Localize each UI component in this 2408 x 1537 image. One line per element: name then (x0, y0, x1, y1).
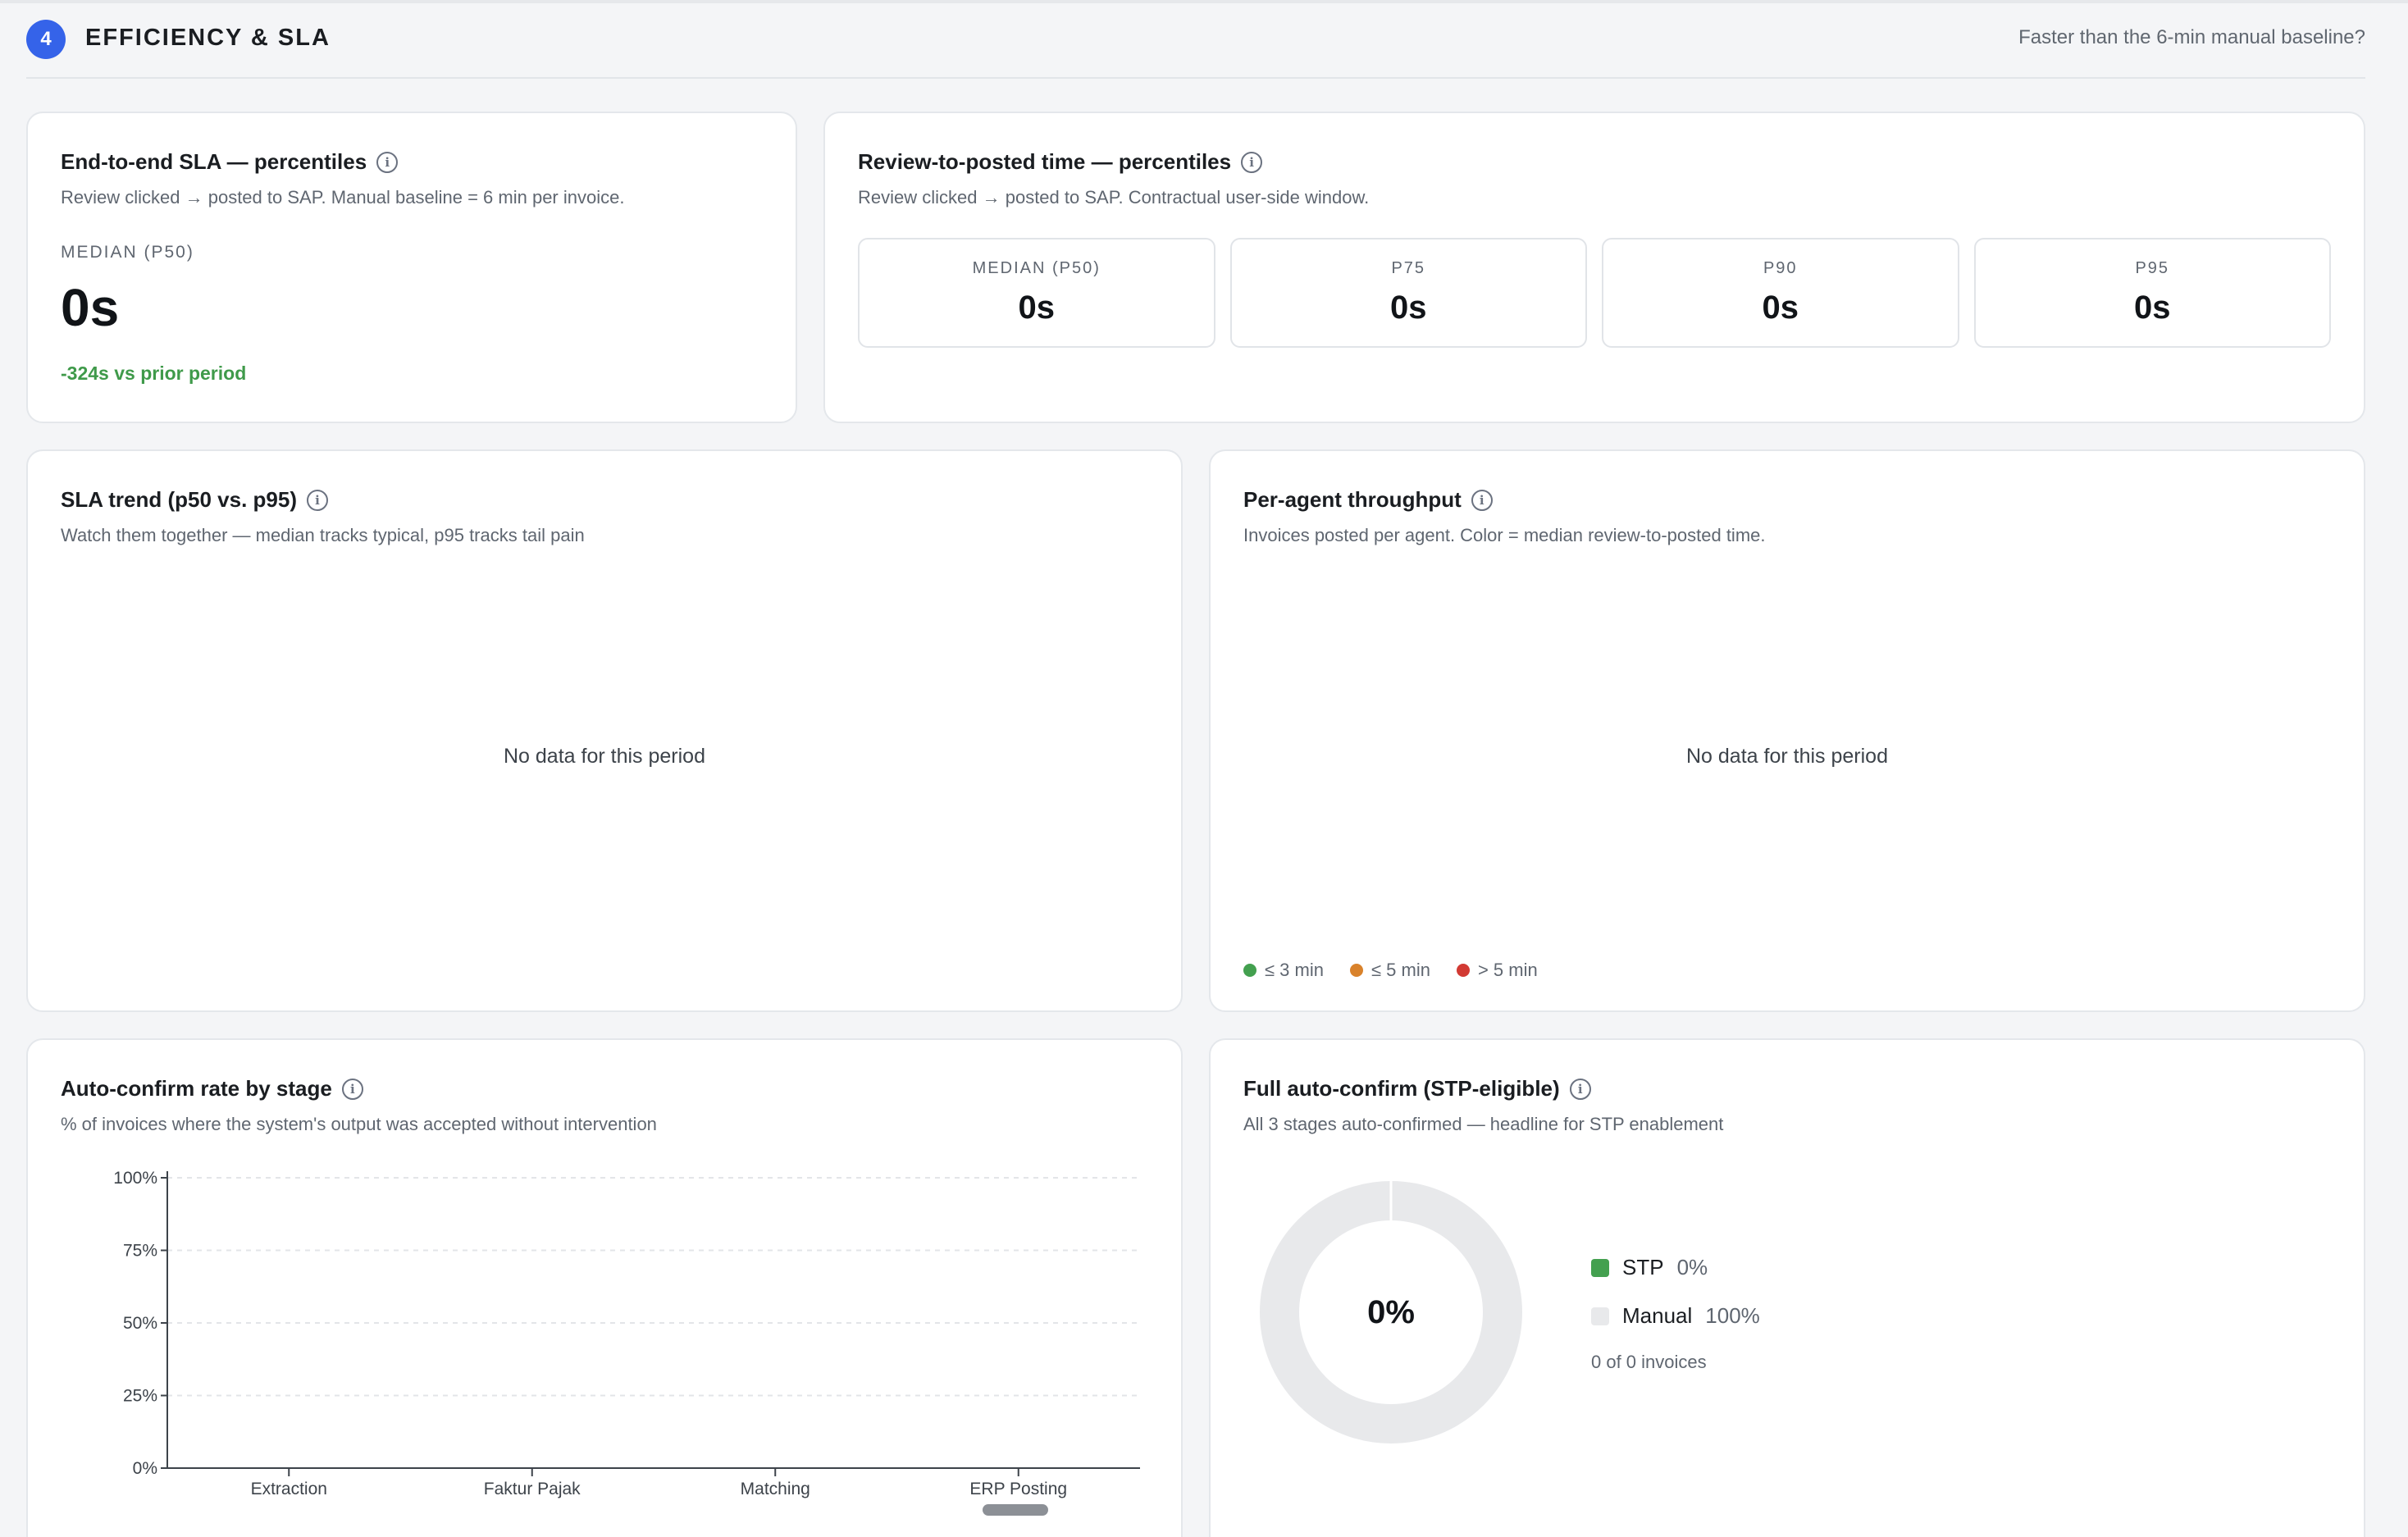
card-subtitle: Review clicked → posted to SAP. Contract… (858, 187, 1370, 208)
step-badge: 4 (26, 20, 66, 59)
x-tick-label: Matching (741, 1480, 810, 1498)
legend-dot (1243, 964, 1256, 977)
section-hint: Faster than the 6-min manual baseline? (2018, 26, 2365, 48)
empty-state: No data for this period (1686, 745, 1888, 768)
top-divider (0, 0, 2408, 3)
empty-state: No data for this period (504, 745, 705, 768)
legend-item: > 5 min (1456, 960, 1538, 981)
info-icon[interactable]: i (1569, 1078, 1591, 1100)
card-title: End-to-end SLA — percentiles i (61, 149, 399, 175)
percentile-box-p50: MEDIAN (P50) 0s (858, 238, 1215, 348)
legend-item: ≤ 3 min (1243, 960, 1324, 981)
percentile-label: P95 (2135, 259, 2170, 277)
invoice-count: 0 of 0 invoices (1591, 1352, 1707, 1372)
percentile-row: MEDIAN (P50) 0s P75 0s P90 0s P95 0s (858, 238, 2331, 348)
card-title: Review-to-posted time — percentiles i (858, 149, 1263, 175)
percentile-value: 0s (2134, 290, 2171, 326)
y-tick-label: 0% (133, 1459, 157, 1478)
kpi-value: 0s (61, 278, 120, 337)
info-icon[interactable]: i (1471, 489, 1493, 511)
percentile-label: P75 (1391, 259, 1426, 277)
legend-label: ≤ 3 min (1265, 960, 1324, 980)
x-tick-label: Faktur Pajak (484, 1480, 581, 1498)
card-title: SLA trend (p50 vs. p95) i (61, 487, 328, 513)
percentile-label: MEDIAN (P50) (972, 259, 1101, 277)
x-tick-label: ERP Posting (969, 1480, 1067, 1498)
throughput-card: Per-agent throughput i Invoices posted p… (1209, 449, 2365, 1012)
legend-dot (1456, 964, 1470, 977)
percentile-value: 0s (1390, 290, 1427, 326)
percentile-label: P90 (1763, 259, 1798, 277)
legend-dot (1349, 964, 1363, 977)
kpi-label: MEDIAN (P50) (61, 243, 194, 262)
legend-value: 0% (1676, 1255, 1708, 1279)
card-subtitle: Watch them together — median tracks typi… (61, 525, 585, 545)
card-subtitle: Invoices posted per agent. Color = media… (1243, 525, 1766, 545)
e2e-sla-card: End-to-end SLA — percentiles i Review cl… (26, 112, 797, 423)
card-title: Per-agent throughput i (1243, 487, 1493, 513)
percentile-value: 0s (1018, 290, 1056, 326)
y-tick-label: 50% (123, 1314, 157, 1333)
card-title-text: Review-to-posted time — percentiles (858, 149, 1232, 174)
card-title-text: End-to-end SLA — percentiles (61, 149, 367, 174)
legend-manual: Manual 100% (1591, 1303, 1760, 1329)
stp-card: Full auto-confirm (STP-eligible) i All 3… (1209, 1038, 2365, 1537)
legend: ≤ 3 min ≤ 5 min > 5 min (1243, 960, 1538, 981)
x-tick-label: Extraction (251, 1480, 327, 1498)
percentile-box-p75: P75 0s (1229, 238, 1587, 348)
legend-value: 100% (1705, 1303, 1760, 1328)
percentile-value: 0s (1762, 290, 1799, 326)
review-posted-card: Review-to-posted time — percentiles i Re… (823, 112, 2365, 423)
legend-label: ≤ 5 min (1370, 960, 1430, 980)
legend-label: > 5 min (1477, 960, 1538, 980)
legend-item: ≤ 5 min (1349, 960, 1430, 981)
donut-legend: STP 0% Manual 100% 0 of 0 invoices (1591, 1255, 1760, 1373)
info-icon[interactable]: i (376, 151, 399, 173)
percentile-box-p95: P95 0s (1973, 238, 2331, 348)
donut-center-value: 0% (1367, 1293, 1415, 1330)
y-tick-label: 25% (123, 1387, 157, 1406)
info-icon[interactable]: i (307, 489, 328, 511)
sla-trend-card: SLA trend (p50 vs. p95) i Watch them tog… (26, 449, 1183, 1012)
legend-label: STP (1622, 1255, 1664, 1279)
y-tick-label: 100% (113, 1169, 157, 1188)
section-header: 4 EFFICIENCY & SLA Faster than the 6-min… (26, 20, 2365, 79)
legend-stp: STP 0% (1591, 1255, 1760, 1280)
info-icon[interactable]: i (1241, 151, 1263, 173)
legend-label: Manual (1622, 1303, 1693, 1328)
card-title-text: SLA trend (p50 vs. p95) (61, 487, 297, 512)
legend-swatch (1591, 1307, 1609, 1325)
kpi-delta: -324s vs prior period (61, 363, 247, 384)
auto-confirm-card: Auto-confirm rate by stage i % of invoic… (26, 1038, 1183, 1537)
card-subtitle: Review clicked → posted to SAP. Manual b… (61, 187, 625, 208)
section-title: EFFICIENCY & SLA (85, 25, 331, 51)
percentile-box-p90: P90 0s (1602, 238, 1959, 348)
horizontal-scrollbar-thumb[interactable] (983, 1504, 1048, 1516)
card-title-text: Per-agent throughput (1243, 487, 1462, 512)
legend-swatch (1591, 1258, 1609, 1277)
auto-confirm-chart: 0% 25% 50% 75% 100% Extraction Faktur Pajak Mat… (113, 1169, 1140, 1498)
y-tick-label: 75% (123, 1242, 157, 1261)
